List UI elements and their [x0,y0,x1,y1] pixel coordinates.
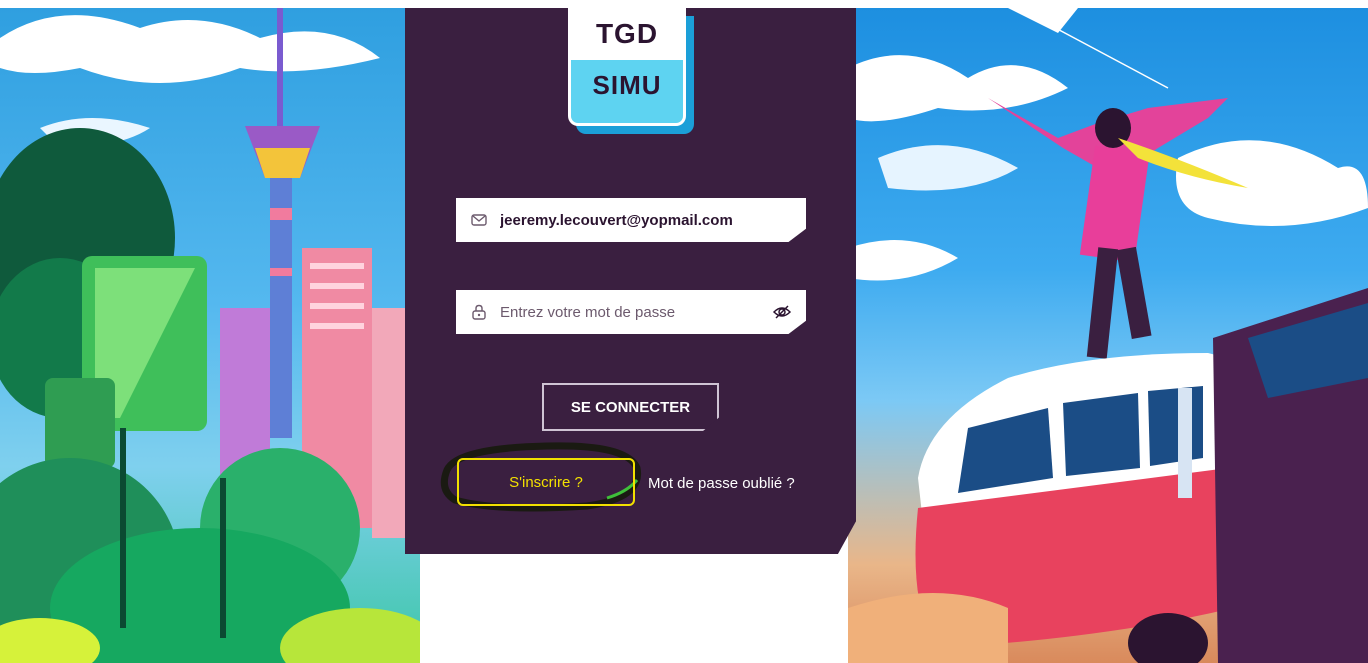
email-field[interactable] [456,198,806,242]
signup-area: S'inscrire ? [437,440,643,512]
lock-icon [472,304,486,320]
logo-top-text: TGD [571,8,683,60]
email-input[interactable] [500,211,770,229]
login-screen: TGD SIMU SE CONNECTER [0,0,1368,663]
connect-button[interactable]: SE CONNECTER [542,383,719,431]
logo-card: TGD SIMU [568,8,686,126]
van-illustration [848,8,1368,663]
logo-brand-text: SIMU [592,70,662,100]
background-illustration-right [848,8,1368,663]
app-logo: TGD SIMU [568,8,694,134]
signup-button[interactable]: S'inscrire ? [457,458,635,506]
password-input[interactable] [500,303,770,321]
mail-icon [471,214,487,226]
top-border [0,0,1368,8]
background-illustration-left [0,8,420,663]
login-panel: TGD SIMU SE CONNECTER [405,8,856,554]
eye-off-icon[interactable] [772,302,792,322]
city-illustration [0,8,420,663]
forgot-password-link[interactable]: Mot de passe oublié ? [648,475,795,492]
password-field[interactable] [456,290,806,334]
